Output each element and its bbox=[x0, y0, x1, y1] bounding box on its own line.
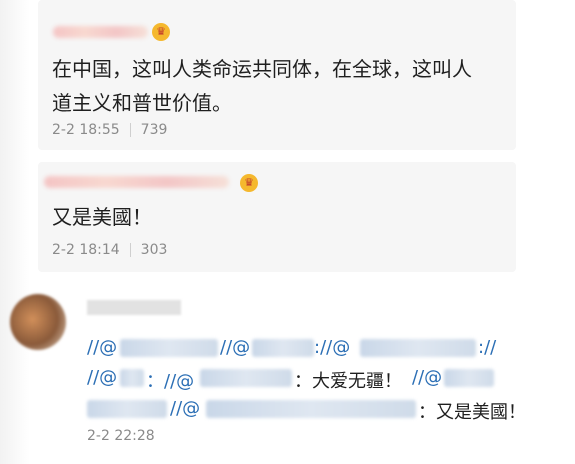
blurred-handle[interactable] bbox=[252, 339, 314, 357]
comment-card: ♛ 在中国，这叫人类命运共同体，在全球，这叫人 道主义和普世价值。 2-2 18… bbox=[38, 0, 516, 150]
like-count[interactable]: 739 bbox=[141, 122, 168, 138]
username-blurred[interactable] bbox=[87, 300, 181, 315]
repost-mention[interactable]: //@ bbox=[87, 337, 117, 358]
username-blurred[interactable] bbox=[53, 26, 148, 38]
avatar[interactable] bbox=[10, 294, 66, 350]
repost-text: ：大爱无疆！ bbox=[294, 371, 402, 392]
blurred-handle[interactable] bbox=[200, 369, 292, 387]
blurred-handle[interactable] bbox=[120, 369, 144, 387]
divider bbox=[129, 123, 131, 137]
comment-text-line-2: 道主义和普世价值。 bbox=[52, 91, 232, 115]
blurred-handle[interactable] bbox=[120, 339, 218, 357]
blurred-handle[interactable] bbox=[206, 400, 416, 418]
comment-text-line-1: 在中国，这叫人类命运共同体，在全球，这叫人 bbox=[52, 57, 472, 81]
repost-mention[interactable]: ：//@ bbox=[146, 367, 194, 393]
timestamp: 2-2 18:55 bbox=[52, 122, 120, 138]
blurred-handle[interactable] bbox=[87, 400, 167, 418]
blurred-handle[interactable] bbox=[360, 339, 476, 357]
left-edge-shadow bbox=[0, 0, 30, 464]
timestamp: 2-2 18:14 bbox=[52, 242, 120, 258]
repost-mention[interactable]: //@ bbox=[87, 367, 117, 388]
comment-text: 又是美國！ bbox=[52, 205, 152, 229]
comment-meta: 2-2 18:55 739 bbox=[52, 122, 167, 138]
repost-mention[interactable]: ://@ bbox=[314, 337, 350, 358]
like-count[interactable]: 303 bbox=[141, 242, 168, 258]
repost-mention[interactable]: :// bbox=[478, 337, 496, 358]
repost-mention[interactable]: //@ bbox=[412, 367, 442, 388]
divider bbox=[129, 243, 131, 257]
crown-icon: ♛ bbox=[240, 174, 258, 192]
repost-mention[interactable]: //@ bbox=[170, 398, 200, 419]
comment-card: ♛ 又是美國！ 2-2 18:14 303 bbox=[38, 162, 516, 272]
repost-text: ：又是美國！ bbox=[418, 402, 526, 423]
comment-meta: 2-2 18:14 303 bbox=[52, 242, 167, 258]
repost-mention[interactable]: //@ bbox=[220, 337, 250, 358]
username-blurred[interactable] bbox=[44, 176, 229, 188]
timestamp: 2-2 22:28 bbox=[87, 428, 155, 444]
crown-icon: ♛ bbox=[152, 23, 170, 41]
blurred-handle[interactable] bbox=[444, 369, 494, 387]
